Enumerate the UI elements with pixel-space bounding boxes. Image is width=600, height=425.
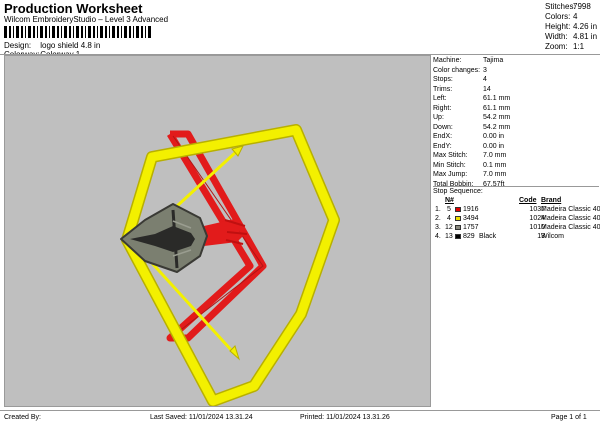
info-max-stitch: Max Stitch: 7.0 mm <box>433 152 507 159</box>
design-row: Design: logo shield 4.8 in <box>4 41 100 50</box>
info-up: Up: 54.2 mm <box>433 114 511 121</box>
stop-sequence-title: Stop Sequence: <box>433 186 599 195</box>
col-code-header: Code <box>519 197 537 204</box>
stat-height: Height: 4.26 in <box>545 22 598 31</box>
app-subtitle: Wilcom EmbroideryStudio – Level 3 Advanc… <box>4 15 169 24</box>
color-swatch <box>455 207 461 212</box>
info-machine: Machine: Tajima <box>433 57 504 64</box>
design-value: logo shield 4.8 in <box>40 41 101 50</box>
stats-panel: Stitches:7998 Colors: 4 Height: 4.26 in Wi… <box>545 2 600 52</box>
color-swatch <box>455 216 461 221</box>
info-endy: EndY: 0.00 in <box>433 142 505 150</box>
stop-sequence-table: N# Code Brand 1. 5 1916 1037 Madeira Cla… <box>433 196 600 241</box>
footer-printed: Printed: 11/01/2024 13.31.26 <box>300 414 390 421</box>
table-row: 3. 12 1757 1010 Madeira Classic 40 <box>435 224 600 231</box>
color-swatch <box>455 225 461 230</box>
machine-info-panel: Machine: Tajima Color changes: 3 Stops: 4 T… <box>433 56 599 189</box>
footer-page: Page 1 of 1 <box>551 414 587 421</box>
info-max-jump: Max Jump: 7.0 mm <box>433 171 507 178</box>
stat-width: Width: 4.81 in <box>545 32 598 41</box>
col-brand-header: Brand <box>541 197 562 204</box>
info-trims: Trims: 14 <box>433 85 491 93</box>
table-header: N# Code Brand <box>433 196 599 205</box>
col-num-header: N# <box>445 197 454 204</box>
table-row: 2. 4 3494 1024 Madeira Classic 40 <box>435 215 600 222</box>
footer-created-by: Created By: <box>4 414 41 421</box>
footer-bar: Created By: Last Saved: 11/01/2024 13.31… <box>0 410 600 425</box>
stat-stitches: Stitches:7998 <box>545 2 591 11</box>
color-swatch <box>455 234 461 239</box>
info-stops: Stops: 4 <box>433 76 487 83</box>
stat-colors: Colors: 4 <box>545 12 578 21</box>
info-color-changes: Color changes: 3 <box>433 66 487 74</box>
stat-zoom: Zoom: 1:1 <box>545 42 585 51</box>
page-title: Production Worksheet <box>4 1 143 16</box>
design-canvas <box>4 55 431 407</box>
embroidery-preview <box>120 124 340 407</box>
info-min-stitch: Min Stitch: 0.1 mm <box>433 161 507 169</box>
table-row: 4. 13 829 Black 13 Wilcom <box>435 233 564 240</box>
info-left: Left: 61.1 mm <box>433 95 511 102</box>
barcode-image <box>4 26 151 38</box>
info-right: Right: 61.1 mm <box>433 104 511 112</box>
table-row: 1. 5 1916 1037 Madeira Classic 40 <box>435 206 600 213</box>
design-label: Design: <box>4 41 32 50</box>
info-endx: EndX: 0.00 in <box>433 133 505 140</box>
info-down: Down: 54.2 mm <box>433 123 511 131</box>
footer-last-saved: Last Saved: 11/01/2024 13.31.24 <box>150 414 253 421</box>
